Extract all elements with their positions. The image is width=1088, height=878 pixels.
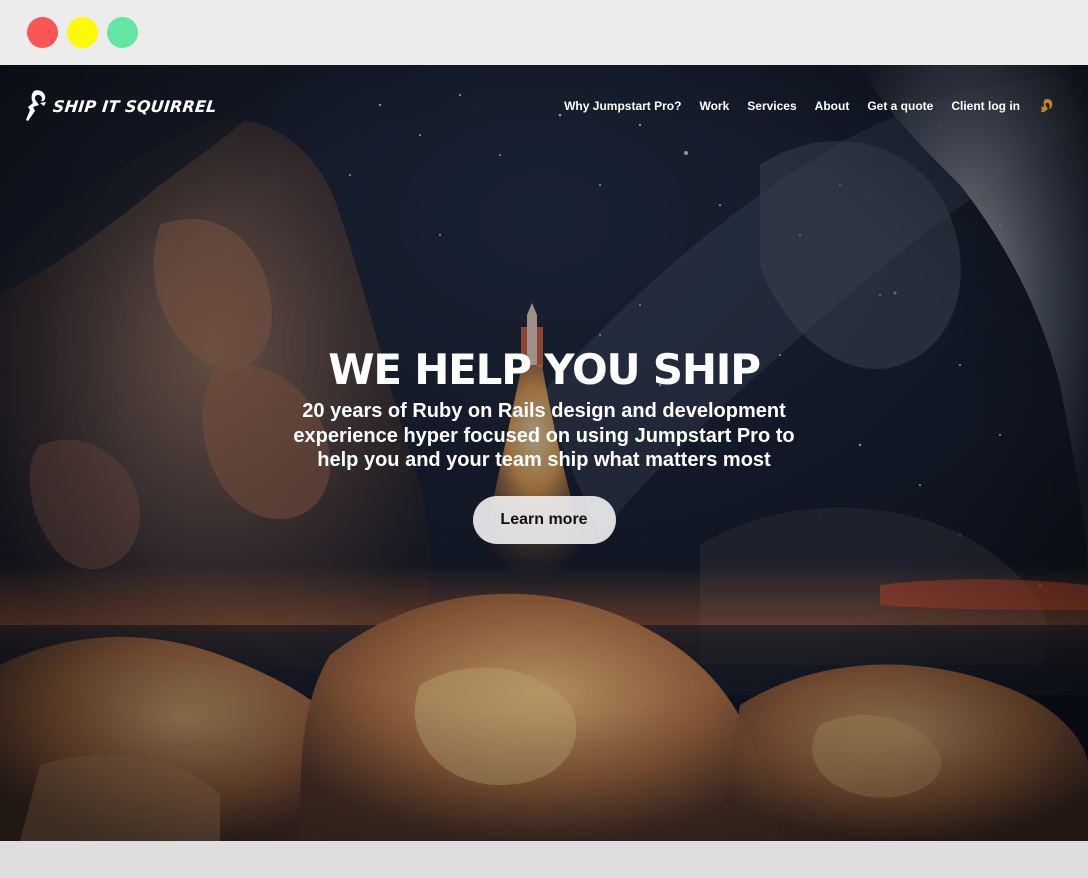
close-window-button[interactable] — [27, 17, 58, 48]
nav-why-jumpstart-pro[interactable]: Why Jumpstart Pro? — [564, 99, 681, 113]
site-header: SHIP IT SQUIRREL Why Jumpstart Pro? Work… — [0, 65, 1088, 149]
window-titlebar — [0, 0, 1088, 65]
maximize-window-button[interactable] — [107, 17, 138, 48]
hero-subheadline: 20 years of Ruby on Rails design and dev… — [293, 400, 795, 472]
nav-services[interactable]: Services — [747, 99, 796, 113]
squirrel-logo-icon — [26, 90, 46, 121]
logo-text: SHIP IT SQUIRREL — [52, 96, 218, 116]
hero-headline: WE HELP YOU SHIP — [328, 345, 761, 394]
minimize-window-button[interactable] — [67, 17, 98, 48]
nav-client-log-in[interactable]: Client log in — [951, 99, 1020, 113]
learn-more-button[interactable]: Learn more — [472, 495, 616, 544]
nav-work[interactable]: Work — [699, 99, 729, 113]
squirrel-icon[interactable] — [1038, 98, 1054, 114]
nav-about[interactable]: About — [815, 99, 850, 113]
window-bottom-bar — [0, 841, 1088, 878]
site-logo[interactable]: SHIP IT SQUIRREL — [24, 89, 218, 123]
nav-get-a-quote[interactable]: Get a quote — [867, 99, 933, 113]
main-nav: Why Jumpstart Pro? Work Services About G… — [564, 98, 1054, 114]
page-viewport: SHIP IT SQUIRREL Why Jumpstart Pro? Work… — [0, 65, 1088, 841]
hero: WE HELP YOU SHIP 20 years of Ruby on Rai… — [0, 345, 1088, 544]
browser-window: SHIP IT SQUIRREL Why Jumpstart Pro? Work… — [0, 0, 1088, 878]
